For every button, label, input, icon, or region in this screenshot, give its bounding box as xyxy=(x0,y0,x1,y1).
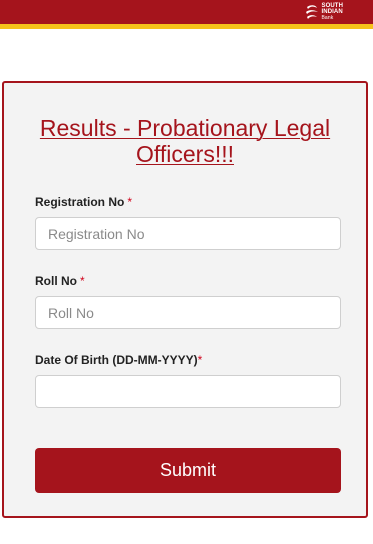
required-marker: * xyxy=(80,274,85,288)
registration-no-label: Registration No * xyxy=(35,195,132,209)
date-of-birth-label: Date Of Birth (DD-MM-YYYY)* xyxy=(35,353,202,367)
header-bar: SOUTH INDIAN Bank xyxy=(0,0,373,24)
form-title: Results - Probationary Legal Officers!!! xyxy=(39,115,331,167)
submit-button[interactable]: Submit xyxy=(35,448,341,493)
registration-no-input[interactable] xyxy=(35,217,341,250)
required-marker: * xyxy=(197,353,203,367)
roll-no-label-text: Roll No xyxy=(35,274,77,288)
date-of-birth-input[interactable] xyxy=(35,375,341,408)
results-form-card: Results - Probationary Legal Officers!!!… xyxy=(2,81,368,518)
logo-text: SOUTH INDIAN Bank xyxy=(322,3,344,21)
south-indian-bank-logo[interactable]: SOUTH INDIAN Bank xyxy=(305,3,344,21)
logo-text-line3: Bank xyxy=(321,15,334,21)
date-of-birth-label-text: Date Of Birth (DD-MM-YYYY) xyxy=(35,353,198,367)
required-marker: * xyxy=(127,195,133,209)
roll-no-label: Roll No * xyxy=(35,274,85,288)
bank-logo-icon xyxy=(305,5,318,19)
roll-no-input[interactable] xyxy=(35,296,341,329)
header-accent-stripe xyxy=(0,24,373,29)
registration-no-label-text: Registration No xyxy=(35,195,125,209)
